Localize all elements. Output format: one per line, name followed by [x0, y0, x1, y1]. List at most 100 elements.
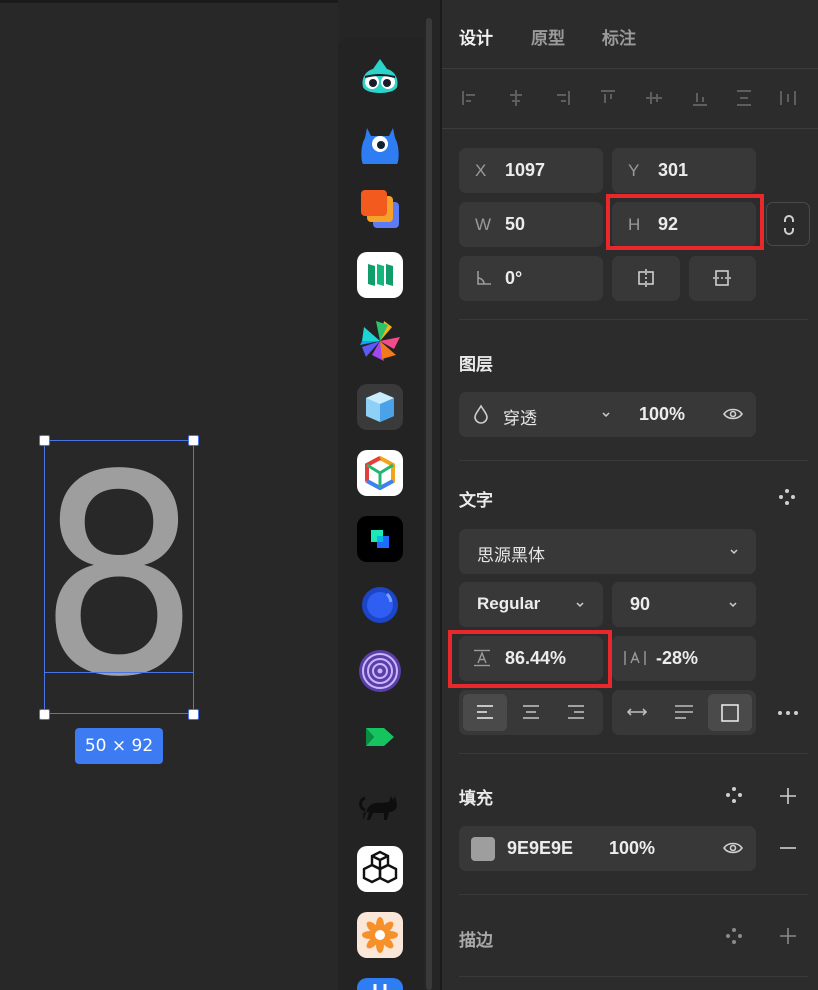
align-right-icon[interactable] — [552, 88, 572, 108]
y-field[interactable]: Y 301 — [612, 148, 756, 193]
layer-opacity-value[interactable]: 100% — [639, 404, 685, 425]
design-canvas[interactable]: 8 50 × 92 — [0, 0, 338, 990]
fixed-size-button[interactable] — [708, 694, 752, 731]
tab-prototype[interactable]: 原型 — [531, 24, 565, 49]
text-align-group — [459, 690, 603, 735]
divider — [459, 319, 808, 320]
fill-styles-icon[interactable] — [725, 786, 743, 804]
layer-section-title: 图层 — [459, 355, 493, 374]
font-size-value[interactable]: 90 — [630, 594, 650, 615]
fill-section-title: 填充 — [459, 789, 493, 808]
selection-box[interactable] — [44, 440, 194, 714]
stroke-section-title: 描边 — [459, 931, 493, 950]
align-vertical-center-icon[interactable] — [644, 88, 664, 108]
blend-mode-value[interactable]: 穿透 — [503, 404, 537, 429]
chevron-down-icon — [729, 547, 739, 557]
fill-color-swatch[interactable] — [471, 837, 495, 861]
rotation-field[interactable]: 0° — [459, 256, 603, 301]
stacked-squares-app-icon[interactable] — [357, 186, 403, 232]
toolbar-divider — [442, 128, 818, 129]
app-dock — [338, 38, 424, 990]
line-height-highlight — [448, 630, 612, 688]
eye-icon — [723, 408, 743, 420]
remove-fill-icon[interactable] — [778, 838, 798, 858]
blue-orb-app-icon[interactable] — [357, 582, 403, 628]
link-icon — [784, 215, 794, 235]
black-cat-app-icon[interactable] — [357, 780, 403, 826]
text-baseline — [45, 672, 193, 673]
resize-handle-top-right[interactable] — [188, 435, 199, 446]
align-left-icon[interactable] — [460, 88, 480, 108]
properties-panel: 设计 原型 标注 X 1097 Y 301 W 50 H 92 0° 图层 穿透… — [442, 0, 818, 990]
w-label: W — [475, 215, 492, 234]
blue-monster-app-icon[interactable] — [357, 120, 403, 166]
chevron-down-icon — [575, 600, 585, 610]
constrain-proportions-button[interactable] — [766, 202, 810, 246]
fill-row[interactable]: 9E9E9E 100% — [459, 826, 756, 871]
y-value[interactable]: 301 — [658, 160, 688, 181]
fill-hex-value[interactable]: 9E9E9E — [507, 838, 573, 859]
green-arrow-app-icon[interactable] — [357, 714, 403, 760]
w-value[interactable]: 50 — [505, 214, 525, 235]
text-align-right-icon[interactable] — [567, 704, 585, 720]
tab-annotate[interactable]: 标注 — [602, 24, 636, 49]
text-align-center-icon[interactable] — [522, 704, 540, 720]
teal-square-app-icon[interactable] — [357, 516, 403, 562]
tab-design[interactable]: 设计 — [459, 24, 493, 49]
divider — [459, 976, 808, 977]
font-weight-value: Regular — [477, 594, 541, 613]
align-horizontal-center-icon[interactable] — [506, 88, 526, 108]
frog-app-icon[interactable] — [357, 55, 403, 101]
font-family-select[interactable]: 思源黑体 — [459, 529, 756, 574]
x-value[interactable]: 1097 — [505, 160, 545, 181]
letter-spacing-field[interactable]: -28% — [612, 636, 756, 681]
ice-cube-app-icon[interactable] — [357, 384, 403, 430]
text-section-title: 文字 — [459, 491, 493, 510]
green-bars-app-icon[interactable] — [357, 252, 403, 298]
add-stroke-icon[interactable] — [778, 926, 798, 946]
purple-rings-app-icon[interactable] — [357, 648, 403, 694]
distribute-horizontal-icon[interactable] — [778, 88, 798, 108]
cubes-app-icon[interactable] — [357, 846, 403, 892]
font-size-select[interactable]: 90 — [612, 582, 756, 627]
letter-spacing-value[interactable]: -28% — [656, 648, 698, 669]
pinwheel-app-icon[interactable] — [357, 318, 403, 364]
align-top-icon[interactable] — [598, 88, 618, 108]
resize-handle-bottom-right[interactable] — [188, 709, 199, 720]
font-weight-select[interactable]: Regular — [459, 582, 603, 627]
rotation-value[interactable]: 0° — [505, 268, 522, 289]
canvas-scrollbar[interactable] — [426, 18, 432, 990]
text-resize-group — [612, 690, 756, 735]
flip-horizontal-button[interactable] — [612, 256, 680, 301]
resize-handle-bottom-left[interactable] — [39, 709, 50, 720]
width-field[interactable]: W 50 — [459, 202, 603, 247]
add-fill-icon[interactable] — [778, 786, 798, 806]
auto-height-icon[interactable] — [674, 704, 694, 720]
stroke-styles-icon[interactable] — [725, 927, 743, 945]
resize-handle-top-left[interactable] — [39, 435, 50, 446]
align-bottom-icon[interactable] — [690, 88, 710, 108]
text-align-left-button[interactable] — [463, 694, 507, 731]
text-styles-icon[interactable] — [778, 488, 796, 506]
chevron-down-icon[interactable] — [601, 410, 611, 420]
layer-blend-field[interactable]: 穿透 100% — [459, 392, 756, 437]
fixed-size-icon — [721, 704, 739, 722]
x-label: X — [475, 161, 487, 180]
chevron-down-icon — [728, 600, 738, 610]
font-family-value: 思源黑体 — [477, 546, 545, 565]
eye-icon[interactable] — [723, 840, 743, 856]
fill-opacity-value[interactable]: 100% — [609, 838, 655, 859]
divider — [459, 894, 808, 895]
distribute-vertical-icon[interactable] — [734, 88, 754, 108]
orange-flower-app-icon[interactable] — [357, 912, 403, 958]
flip-vertical-button[interactable] — [689, 256, 756, 301]
auto-width-icon[interactable] — [626, 704, 648, 720]
x-field[interactable]: X 1097 — [459, 148, 603, 193]
dimension-badge: 50 × 92 — [75, 728, 163, 764]
more-options-icon[interactable] — [777, 710, 799, 716]
text-align-left-icon — [477, 705, 493, 719]
opacity-drop-icon — [474, 404, 488, 424]
canvas-top-edge — [0, 0, 338, 3]
blue-grid-app-icon[interactable] — [357, 978, 403, 990]
hexagon-cube-app-icon[interactable] — [357, 450, 403, 496]
